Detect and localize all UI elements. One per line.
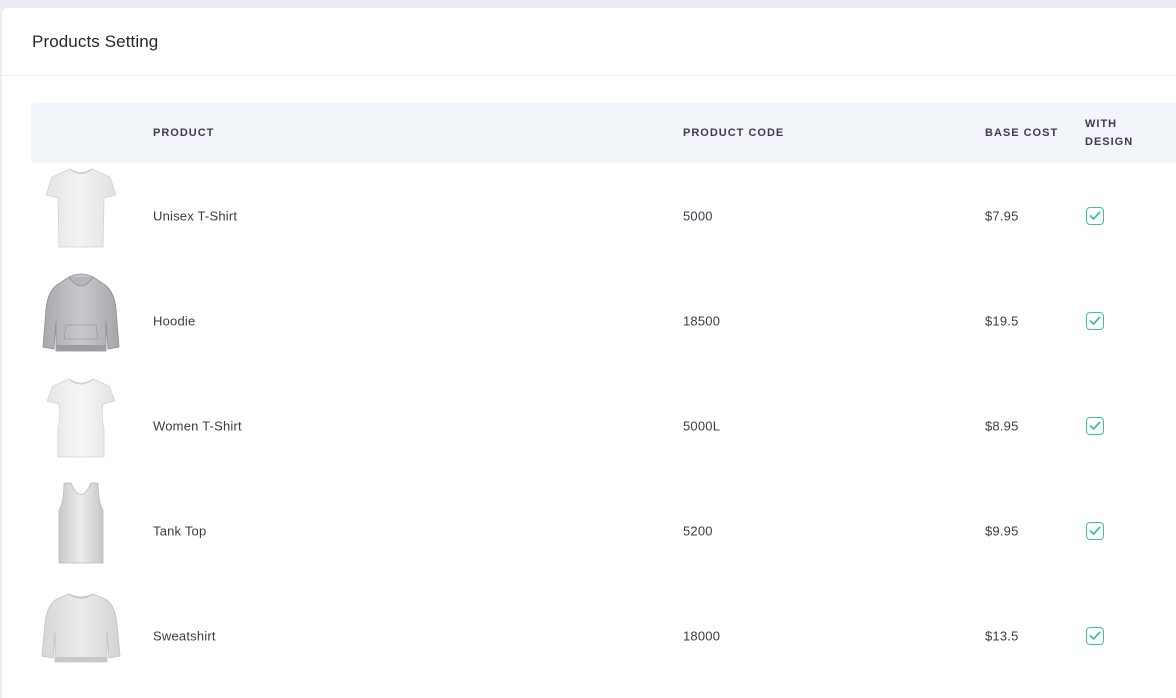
column-header-base-cost: BASE COST xyxy=(985,127,1059,139)
check-icon xyxy=(1089,211,1101,220)
with-design-checkbox[interactable] xyxy=(1086,206,1104,225)
table-row: Hoodie 18500 $19.5 xyxy=(31,268,1176,373)
product-name: Sweatshirt xyxy=(153,628,216,643)
product-name: Unisex T-Shirt xyxy=(153,208,238,223)
table-row: Sweatshirt 18000 $13.5 xyxy=(31,583,1176,688)
tshirt-thumbnail xyxy=(37,163,125,253)
base-cost: $7.95 xyxy=(985,208,1019,223)
with-design-checkbox[interactable] xyxy=(1086,416,1104,435)
product-code: 5000 xyxy=(683,208,713,223)
women-tshirt-thumbnail xyxy=(37,373,125,463)
products-table: PRODUCT PRODUCT CODE BASE COST WITH DESI… xyxy=(31,103,1176,688)
product-code: 18500 xyxy=(683,313,721,328)
base-cost: $13.5 xyxy=(985,628,1019,643)
column-header-product-code: PRODUCT CODE xyxy=(683,127,785,139)
with-design-checkbox[interactable] xyxy=(1086,311,1104,330)
check-icon xyxy=(1089,421,1101,430)
check-icon xyxy=(1089,631,1101,640)
with-design-checkbox[interactable] xyxy=(1086,626,1104,645)
product-name: Hoodie xyxy=(153,313,196,328)
product-name: Women T-Shirt xyxy=(153,418,242,433)
base-cost: $8.95 xyxy=(985,418,1019,433)
page-title: Products Setting xyxy=(32,31,159,51)
hoodie-thumbnail xyxy=(37,268,125,358)
table-row: Tank Top 5200 $9.95 xyxy=(31,478,1176,583)
with-design-checkbox[interactable] xyxy=(1086,521,1104,540)
table-row: Unisex T-Shirt 5000 $7.95 xyxy=(31,163,1176,268)
product-code: 18000 xyxy=(683,628,721,643)
product-code: 5200 xyxy=(683,523,713,538)
sweatshirt-thumbnail xyxy=(37,583,125,673)
base-cost: $9.95 xyxy=(985,523,1019,538)
card-header: Products Setting xyxy=(2,8,1176,76)
column-header-with-design-line2: DESIGN xyxy=(1085,136,1134,148)
column-header-with-design-line1: WITH xyxy=(1085,118,1118,130)
products-setting-card: Products Setting PRODUCT PRODUCT CODE BA… xyxy=(2,8,1176,698)
base-cost: $19.5 xyxy=(985,313,1019,328)
column-header-with-design: WITH DESIGN xyxy=(1085,115,1133,151)
check-icon xyxy=(1089,316,1101,325)
check-icon xyxy=(1089,526,1101,535)
column-header-product: PRODUCT xyxy=(153,127,215,139)
tank-top-thumbnail xyxy=(37,478,125,568)
product-name: Tank Top xyxy=(153,523,207,538)
table-header: PRODUCT PRODUCT CODE BASE COST WITH DESI… xyxy=(31,103,1176,163)
table-row: Women T-Shirt 5000L $8.95 xyxy=(31,373,1176,478)
product-code: 5000L xyxy=(683,418,721,433)
